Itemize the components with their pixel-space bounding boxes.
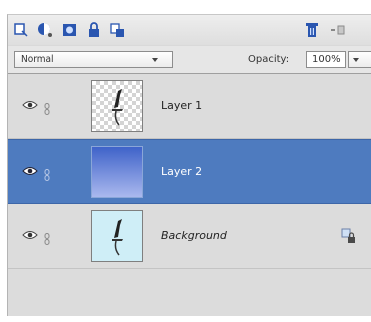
opacity-dropdown-button[interactable] xyxy=(348,51,371,68)
bird-icon xyxy=(112,89,123,126)
new-layer-icon[interactable] xyxy=(12,21,30,39)
layer-options-bar: Normal Opacity: 100% xyxy=(8,46,371,74)
more-icon[interactable] xyxy=(328,21,346,39)
trash-icon[interactable] xyxy=(303,21,321,39)
opacity-label: Opacity: xyxy=(248,54,290,65)
layer-name: Layer 2 xyxy=(161,165,203,178)
opacity-field[interactable]: 100% xyxy=(306,51,346,68)
link-chain-icon[interactable] xyxy=(44,230,50,245)
visibility-eye-icon[interactable] xyxy=(22,100,38,110)
lock-icon[interactable] xyxy=(340,227,358,245)
layer-name: Background xyxy=(161,229,227,242)
bird-icon xyxy=(112,219,123,256)
layer-row[interactable]: Layer 1 xyxy=(8,74,371,139)
mask-icon[interactable] xyxy=(61,21,79,39)
layer-name: Layer 1 xyxy=(161,99,203,112)
blend-mode-dropdown[interactable]: Normal xyxy=(14,51,173,68)
layer-row-selected[interactable]: Layer 2 xyxy=(8,139,371,204)
layer-thumbnail xyxy=(91,80,143,132)
visibility-eye-icon[interactable] xyxy=(22,230,38,240)
layer-row[interactable]: Background xyxy=(8,204,371,269)
adjustment-layer-icon[interactable] xyxy=(36,21,54,39)
chevron-down-icon xyxy=(353,58,359,62)
lock-icon[interactable] xyxy=(85,21,103,39)
opacity-value: 100% xyxy=(312,54,341,65)
layers-panel: Normal Opacity: 100% Layer 1 Layer 2 Bac… xyxy=(7,14,371,316)
layer-thumbnail xyxy=(91,146,143,198)
layers-toolbar xyxy=(8,15,371,45)
layers-empty-area xyxy=(8,269,371,316)
link-layers-icon[interactable] xyxy=(109,21,127,39)
layer-thumbnail xyxy=(91,210,143,262)
link-chain-icon[interactable] xyxy=(44,166,50,181)
link-chain-icon[interactable] xyxy=(44,100,50,115)
chevron-down-icon xyxy=(152,58,158,62)
blend-mode-value: Normal xyxy=(21,54,54,65)
visibility-eye-icon[interactable] xyxy=(22,166,38,176)
